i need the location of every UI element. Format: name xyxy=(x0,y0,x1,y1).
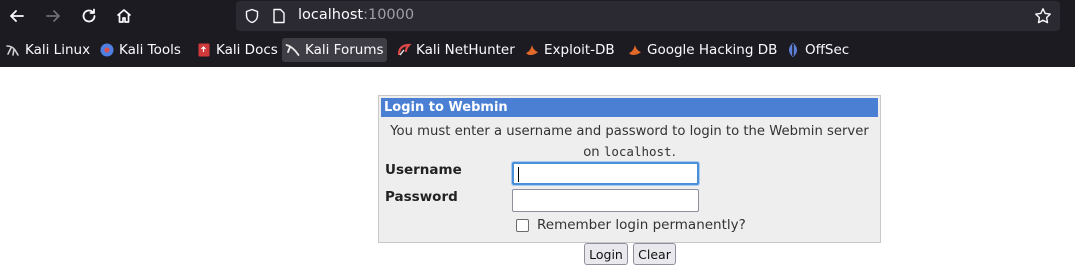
password-label: Password xyxy=(385,189,458,205)
reload-icon xyxy=(82,8,96,23)
bookmark-label: Kali Tools xyxy=(119,42,181,58)
login-panel: Login to Webmin You must enter a usernam… xyxy=(378,95,881,243)
url-text[interactable]: localhost:10000 xyxy=(298,7,414,23)
home-icon xyxy=(116,9,132,23)
username-input[interactable] xyxy=(512,162,699,185)
remember-label: Remember login permanently? xyxy=(537,217,746,233)
login-button[interactable]: Login xyxy=(584,243,628,265)
bookmark-kali-tools[interactable]: Kali Tools xyxy=(96,38,184,62)
server-host: localhost xyxy=(603,144,672,159)
url-bar[interactable]: localhost:10000 xyxy=(236,1,1060,31)
login-title: Login to Webmin xyxy=(381,98,878,117)
kali-docs-icon xyxy=(196,42,212,58)
offsec-icon xyxy=(785,42,801,58)
remember-login-option[interactable]: Remember login permanently? xyxy=(516,217,746,233)
arrow-right-icon xyxy=(46,10,60,22)
bookmarks-toolbar: Kali Linux Kali Tools Kali Docs Kali For… xyxy=(0,36,1075,64)
bookmark-label: Kali Docs xyxy=(216,42,278,58)
message-on-text: on xyxy=(583,145,604,160)
bookmark-star-icon[interactable] xyxy=(1034,7,1052,29)
password-input[interactable] xyxy=(512,189,699,212)
bookmark-label: OffSec xyxy=(805,42,850,58)
text-caret xyxy=(518,167,519,182)
shield-icon[interactable] xyxy=(244,8,260,28)
url-port: :10000 xyxy=(363,7,415,23)
kali-forums-icon xyxy=(285,42,301,58)
exploit-db-icon xyxy=(524,42,540,58)
bookmark-kali-forums[interactable]: Kali Forums xyxy=(282,38,387,62)
login-message: You must enter a username and password t… xyxy=(379,122,880,163)
bookmark-label: Kali Forums xyxy=(305,42,384,58)
home-button[interactable] xyxy=(112,4,136,28)
bookmark-label: Kali NetHunter xyxy=(416,42,515,58)
login-message-line2: on localhost. xyxy=(379,142,880,163)
bookmark-offsec[interactable]: OffSec xyxy=(782,38,852,62)
message-end-text: . xyxy=(671,145,676,160)
ghdb-icon xyxy=(627,42,643,58)
arrow-left-icon xyxy=(10,10,24,22)
kali-tools-icon xyxy=(99,42,115,58)
forward-button[interactable] xyxy=(41,4,65,28)
bookmark-label: Google Hacking DB xyxy=(647,42,778,58)
bookmark-label: Exploit-DB xyxy=(544,42,615,58)
back-button[interactable] xyxy=(5,4,29,28)
bookmark-exploit-db[interactable]: Exploit-DB xyxy=(521,38,618,62)
reload-button[interactable] xyxy=(77,4,101,28)
kali-dragon-icon xyxy=(5,42,21,58)
browser-chrome: localhost:10000 Kali Linux Kali Tools Ka… xyxy=(0,0,1075,67)
url-host: localhost xyxy=(298,7,364,23)
bookmark-kali-linux[interactable]: Kali Linux xyxy=(2,38,93,62)
page-icon[interactable] xyxy=(272,8,286,28)
bookmark-label: Kali Linux xyxy=(25,42,91,58)
remember-checkbox[interactable] xyxy=(516,218,529,232)
bookmark-google-hacking-db[interactable]: Google Hacking DB xyxy=(624,38,780,62)
nethunter-icon xyxy=(396,42,412,58)
clear-button[interactable]: Clear xyxy=(633,243,676,265)
username-label: Username xyxy=(385,162,462,178)
login-message-line1: You must enter a username and password t… xyxy=(390,124,869,139)
bookmark-kali-docs[interactable]: Kali Docs xyxy=(193,38,281,62)
bookmark-kali-nethunter[interactable]: Kali NetHunter xyxy=(393,38,518,62)
